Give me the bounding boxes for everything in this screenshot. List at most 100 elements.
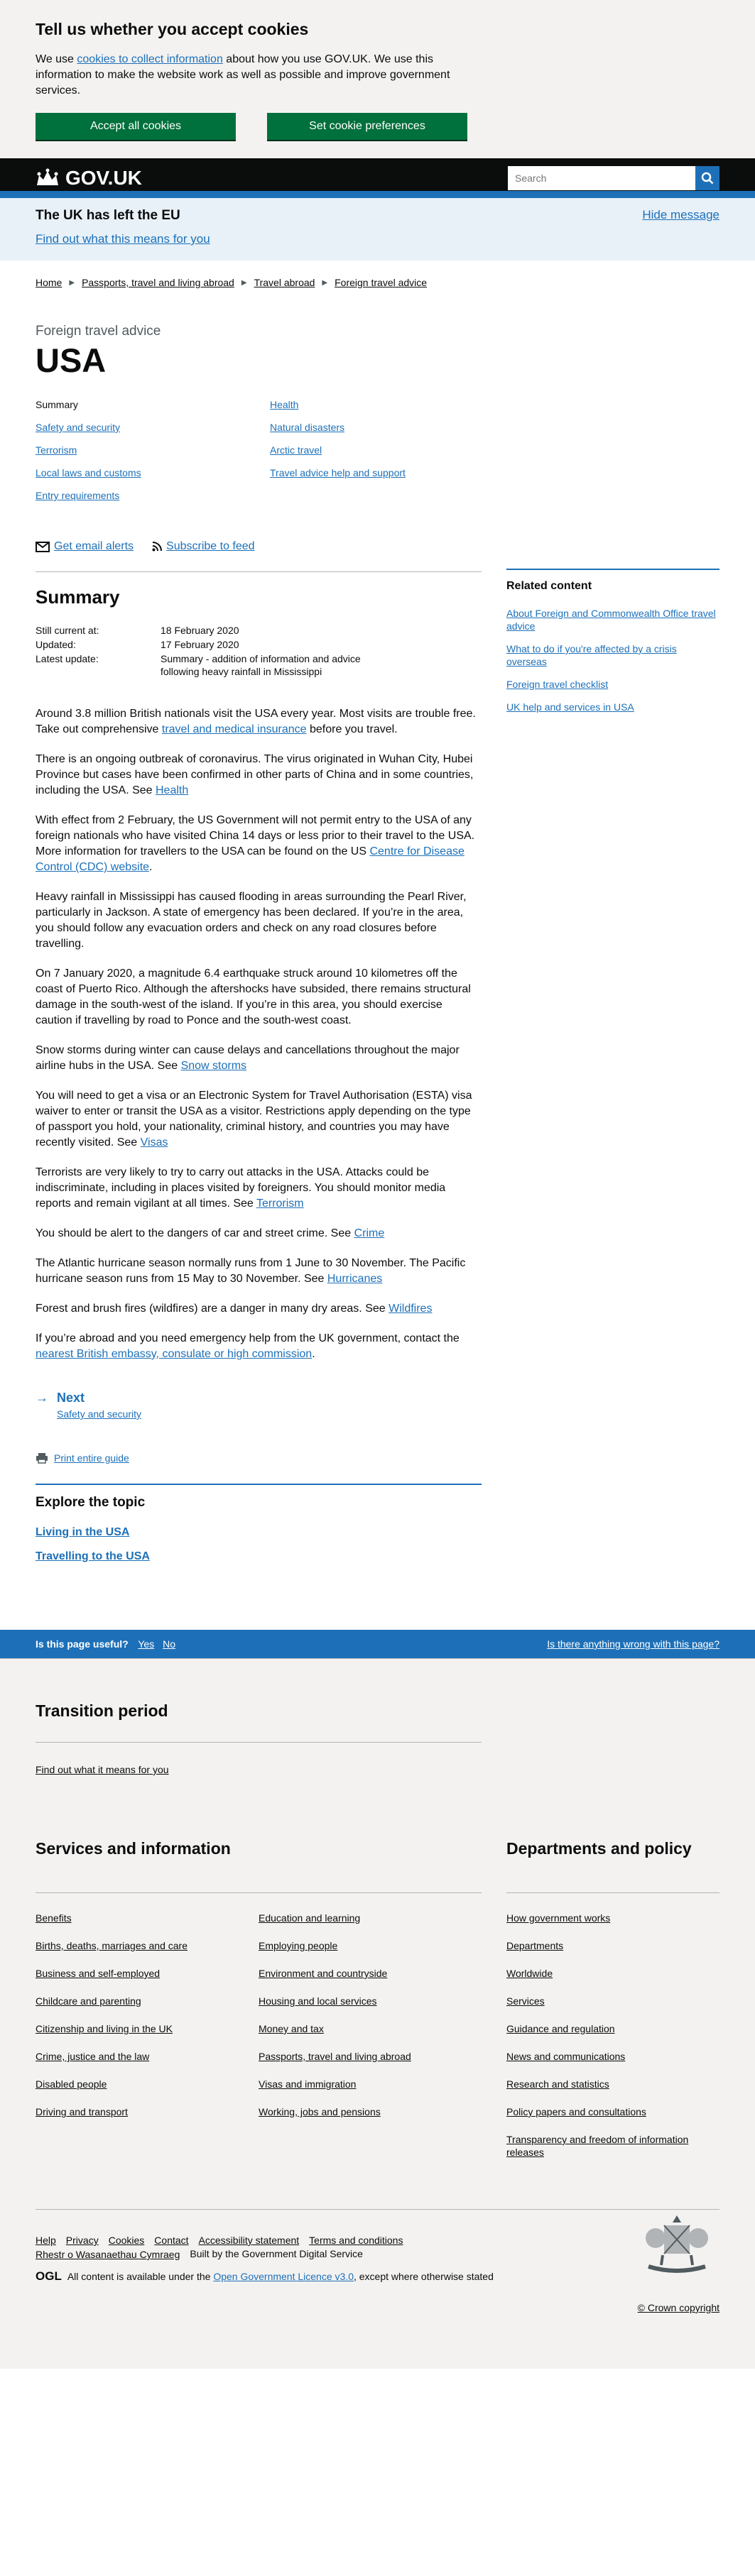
footer-link[interactable]: Benefits bbox=[36, 1912, 259, 1924]
text: . bbox=[312, 1348, 315, 1360]
feedback-yes-button[interactable]: Yes bbox=[138, 1638, 154, 1650]
contents-list: Summary Safety and security Terrorism Lo… bbox=[36, 398, 719, 512]
contents-item-arctic[interactable]: Arctic travel bbox=[270, 444, 322, 456]
next-page-link[interactable]: → Next Safety and security bbox=[36, 1391, 482, 1420]
contents-item-natural-disasters[interactable]: Natural disasters bbox=[270, 422, 344, 433]
footer-meta-link[interactable]: Contact bbox=[154, 2234, 188, 2247]
footer-link[interactable]: News and communications bbox=[506, 2050, 719, 2063]
ogl-logo: OGL bbox=[36, 2269, 62, 2283]
hurricanes-link[interactable]: Hurricanes bbox=[327, 1273, 382, 1285]
contents-item-terrorism[interactable]: Terrorism bbox=[36, 444, 77, 456]
search-button[interactable] bbox=[695, 166, 719, 190]
print-guide-link[interactable]: Print entire guide bbox=[36, 1452, 482, 1464]
footer-link[interactable]: Departments bbox=[506, 1939, 719, 1952]
crime-link[interactable]: Crime bbox=[354, 1227, 385, 1239]
breadcrumb-foreign-travel-advice[interactable]: Foreign travel advice bbox=[335, 277, 427, 288]
accept-cookies-button[interactable]: Accept all cookies bbox=[36, 113, 236, 140]
footer-link[interactable]: Education and learning bbox=[259, 1912, 482, 1924]
related-link[interactable]: Foreign travel checklist bbox=[506, 678, 719, 691]
divider bbox=[36, 571, 482, 572]
cookie-preferences-button[interactable]: Set cookie preferences bbox=[267, 113, 467, 140]
footer-link[interactable]: Services bbox=[506, 1995, 719, 2007]
metadata: Still current at: 18 February 2020 Updat… bbox=[36, 624, 482, 678]
footer-link[interactable]: Policy papers and consultations bbox=[506, 2105, 719, 2118]
footer-link[interactable]: Disabled people bbox=[36, 2078, 259, 2090]
footer-meta-link[interactable]: Help bbox=[36, 2234, 56, 2247]
footer-meta-link-welsh[interactable]: Rhestr o Wasanaethau Cymraeg bbox=[36, 2248, 180, 2261]
footer-link[interactable]: Transparency and freedom of information … bbox=[506, 2133, 719, 2159]
footer-link[interactable]: Money and tax bbox=[259, 2022, 482, 2035]
footer-meta-link[interactable]: Accessibility statement bbox=[199, 2234, 300, 2247]
crown-copyright-link[interactable]: © Crown copyright bbox=[638, 2302, 719, 2313]
terrorism-link[interactable]: Terrorism bbox=[256, 1197, 304, 1210]
footer-link[interactable]: Business and self-employed bbox=[36, 1967, 259, 1980]
footer-link[interactable]: Working, jobs and pensions bbox=[259, 2105, 482, 2118]
breadcrumb-travel-abroad[interactable]: Travel abroad bbox=[254, 277, 315, 288]
paragraph: The Atlantic hurricane season normally r… bbox=[36, 1256, 482, 1287]
footer-link[interactable]: Births, deaths, marriages and care bbox=[36, 1939, 259, 1952]
contents-item-safety[interactable]: Safety and security bbox=[36, 422, 120, 433]
email-alerts-link[interactable]: Get email alerts bbox=[36, 540, 134, 553]
breadcrumb-home[interactable]: Home bbox=[36, 277, 62, 288]
footer-link[interactable]: Crime, justice and the law bbox=[36, 2050, 259, 2063]
footer-link[interactable]: Environment and countryside bbox=[259, 1967, 482, 1980]
search-input[interactable] bbox=[508, 166, 695, 190]
footer-link[interactable]: How government works bbox=[506, 1912, 719, 1924]
wildfires-link[interactable]: Wildfires bbox=[389, 1303, 432, 1315]
footer-link[interactable]: Childcare and parenting bbox=[36, 1995, 259, 2007]
govuk-logo[interactable]: GOV.UK bbox=[36, 167, 142, 190]
contents-item-help[interactable]: Travel advice help and support bbox=[270, 467, 406, 478]
footer-link[interactable]: Research and statistics bbox=[506, 2078, 719, 2090]
footer-meta-link[interactable]: Cookies bbox=[109, 2234, 145, 2247]
footer-link[interactable]: Guidance and regulation bbox=[506, 2022, 719, 2035]
search-form bbox=[508, 166, 719, 190]
contents-item-entry[interactable]: Entry requirements bbox=[36, 490, 119, 501]
breadcrumb: Home ▶ Passports, travel and living abro… bbox=[36, 261, 719, 288]
brexit-banner: The UK has left the EU Find out what thi… bbox=[0, 198, 755, 261]
search-icon bbox=[701, 172, 714, 185]
meta-value: 18 February 2020 bbox=[161, 625, 239, 636]
visas-link[interactable]: Visas bbox=[141, 1136, 168, 1149]
paragraph: You will need to get a visa or an Electr… bbox=[36, 1088, 482, 1151]
footer-link[interactable]: Driving and transport bbox=[36, 2105, 259, 2118]
licence-link[interactable]: Open Government Licence v3.0 bbox=[213, 2271, 354, 2282]
feed-label[interactable]: Subscribe to feed bbox=[166, 540, 255, 553]
feedback-no-button[interactable]: No bbox=[163, 1638, 175, 1650]
explore-link-travelling[interactable]: Travelling to the USA bbox=[36, 1550, 482, 1563]
footer-link[interactable]: Visas and immigration bbox=[259, 2078, 482, 2090]
footer-link[interactable]: Worldwide bbox=[506, 1967, 719, 1980]
embassy-link[interactable]: nearest British embassy, consulate or hi… bbox=[36, 1348, 312, 1360]
cookie-info-link[interactable]: cookies to collect information bbox=[77, 53, 222, 65]
next-title[interactable]: Safety and security bbox=[57, 1408, 141, 1420]
footer-link[interactable]: Employing people bbox=[259, 1939, 482, 1952]
site-header: GOV.UK bbox=[0, 158, 755, 198]
transition-link[interactable]: Find out what it means for you bbox=[36, 1764, 719, 1775]
contents-item-health[interactable]: Health bbox=[270, 399, 298, 410]
royal-coat-of-arms-icon bbox=[634, 2210, 719, 2283]
insurance-link[interactable]: travel and medical insurance bbox=[162, 723, 307, 735]
health-link[interactable]: Health bbox=[156, 784, 188, 796]
snow-storms-link[interactable]: Snow storms bbox=[181, 1060, 246, 1072]
contents-item-local-laws[interactable]: Local laws and customs bbox=[36, 467, 141, 478]
footer-meta-link[interactable]: Terms and conditions bbox=[309, 2234, 403, 2247]
print-guide-label[interactable]: Print entire guide bbox=[54, 1452, 129, 1464]
explore-link-living[interactable]: Living in the USA bbox=[36, 1526, 482, 1539]
email-alerts-label[interactable]: Get email alerts bbox=[54, 540, 134, 553]
footer-link[interactable]: Housing and local services bbox=[259, 1995, 482, 2007]
related-link[interactable]: About Foreign and Commonwealth Office tr… bbox=[506, 607, 719, 632]
licence-text-after: , except where otherwise stated bbox=[353, 2271, 494, 2282]
report-problem-link[interactable]: Is there anything wrong with this page? bbox=[547, 1638, 719, 1650]
related-link[interactable]: What to do if you're affected by a crisi… bbox=[506, 642, 719, 668]
footer-meta-link[interactable]: Privacy bbox=[66, 2234, 99, 2247]
feed-link[interactable]: Subscribe to feed bbox=[152, 540, 255, 553]
footer-link[interactable]: Citizenship and living in the UK bbox=[36, 2022, 259, 2035]
text: If you’re abroad and you need emergency … bbox=[36, 1332, 460, 1344]
footer-link[interactable]: Passports, travel and living abroad bbox=[259, 2050, 482, 2063]
brexit-link[interactable]: Find out what this means for you bbox=[36, 232, 210, 246]
page-title: USA bbox=[36, 341, 107, 379]
next-label[interactable]: Next bbox=[57, 1391, 141, 1405]
breadcrumb-passports[interactable]: Passports, travel and living abroad bbox=[82, 277, 234, 288]
text: You will need to get a visa or an Electr… bbox=[36, 1090, 472, 1149]
hide-message-link[interactable]: Hide message bbox=[642, 208, 719, 222]
related-link[interactable]: UK help and services in USA bbox=[506, 701, 719, 713]
